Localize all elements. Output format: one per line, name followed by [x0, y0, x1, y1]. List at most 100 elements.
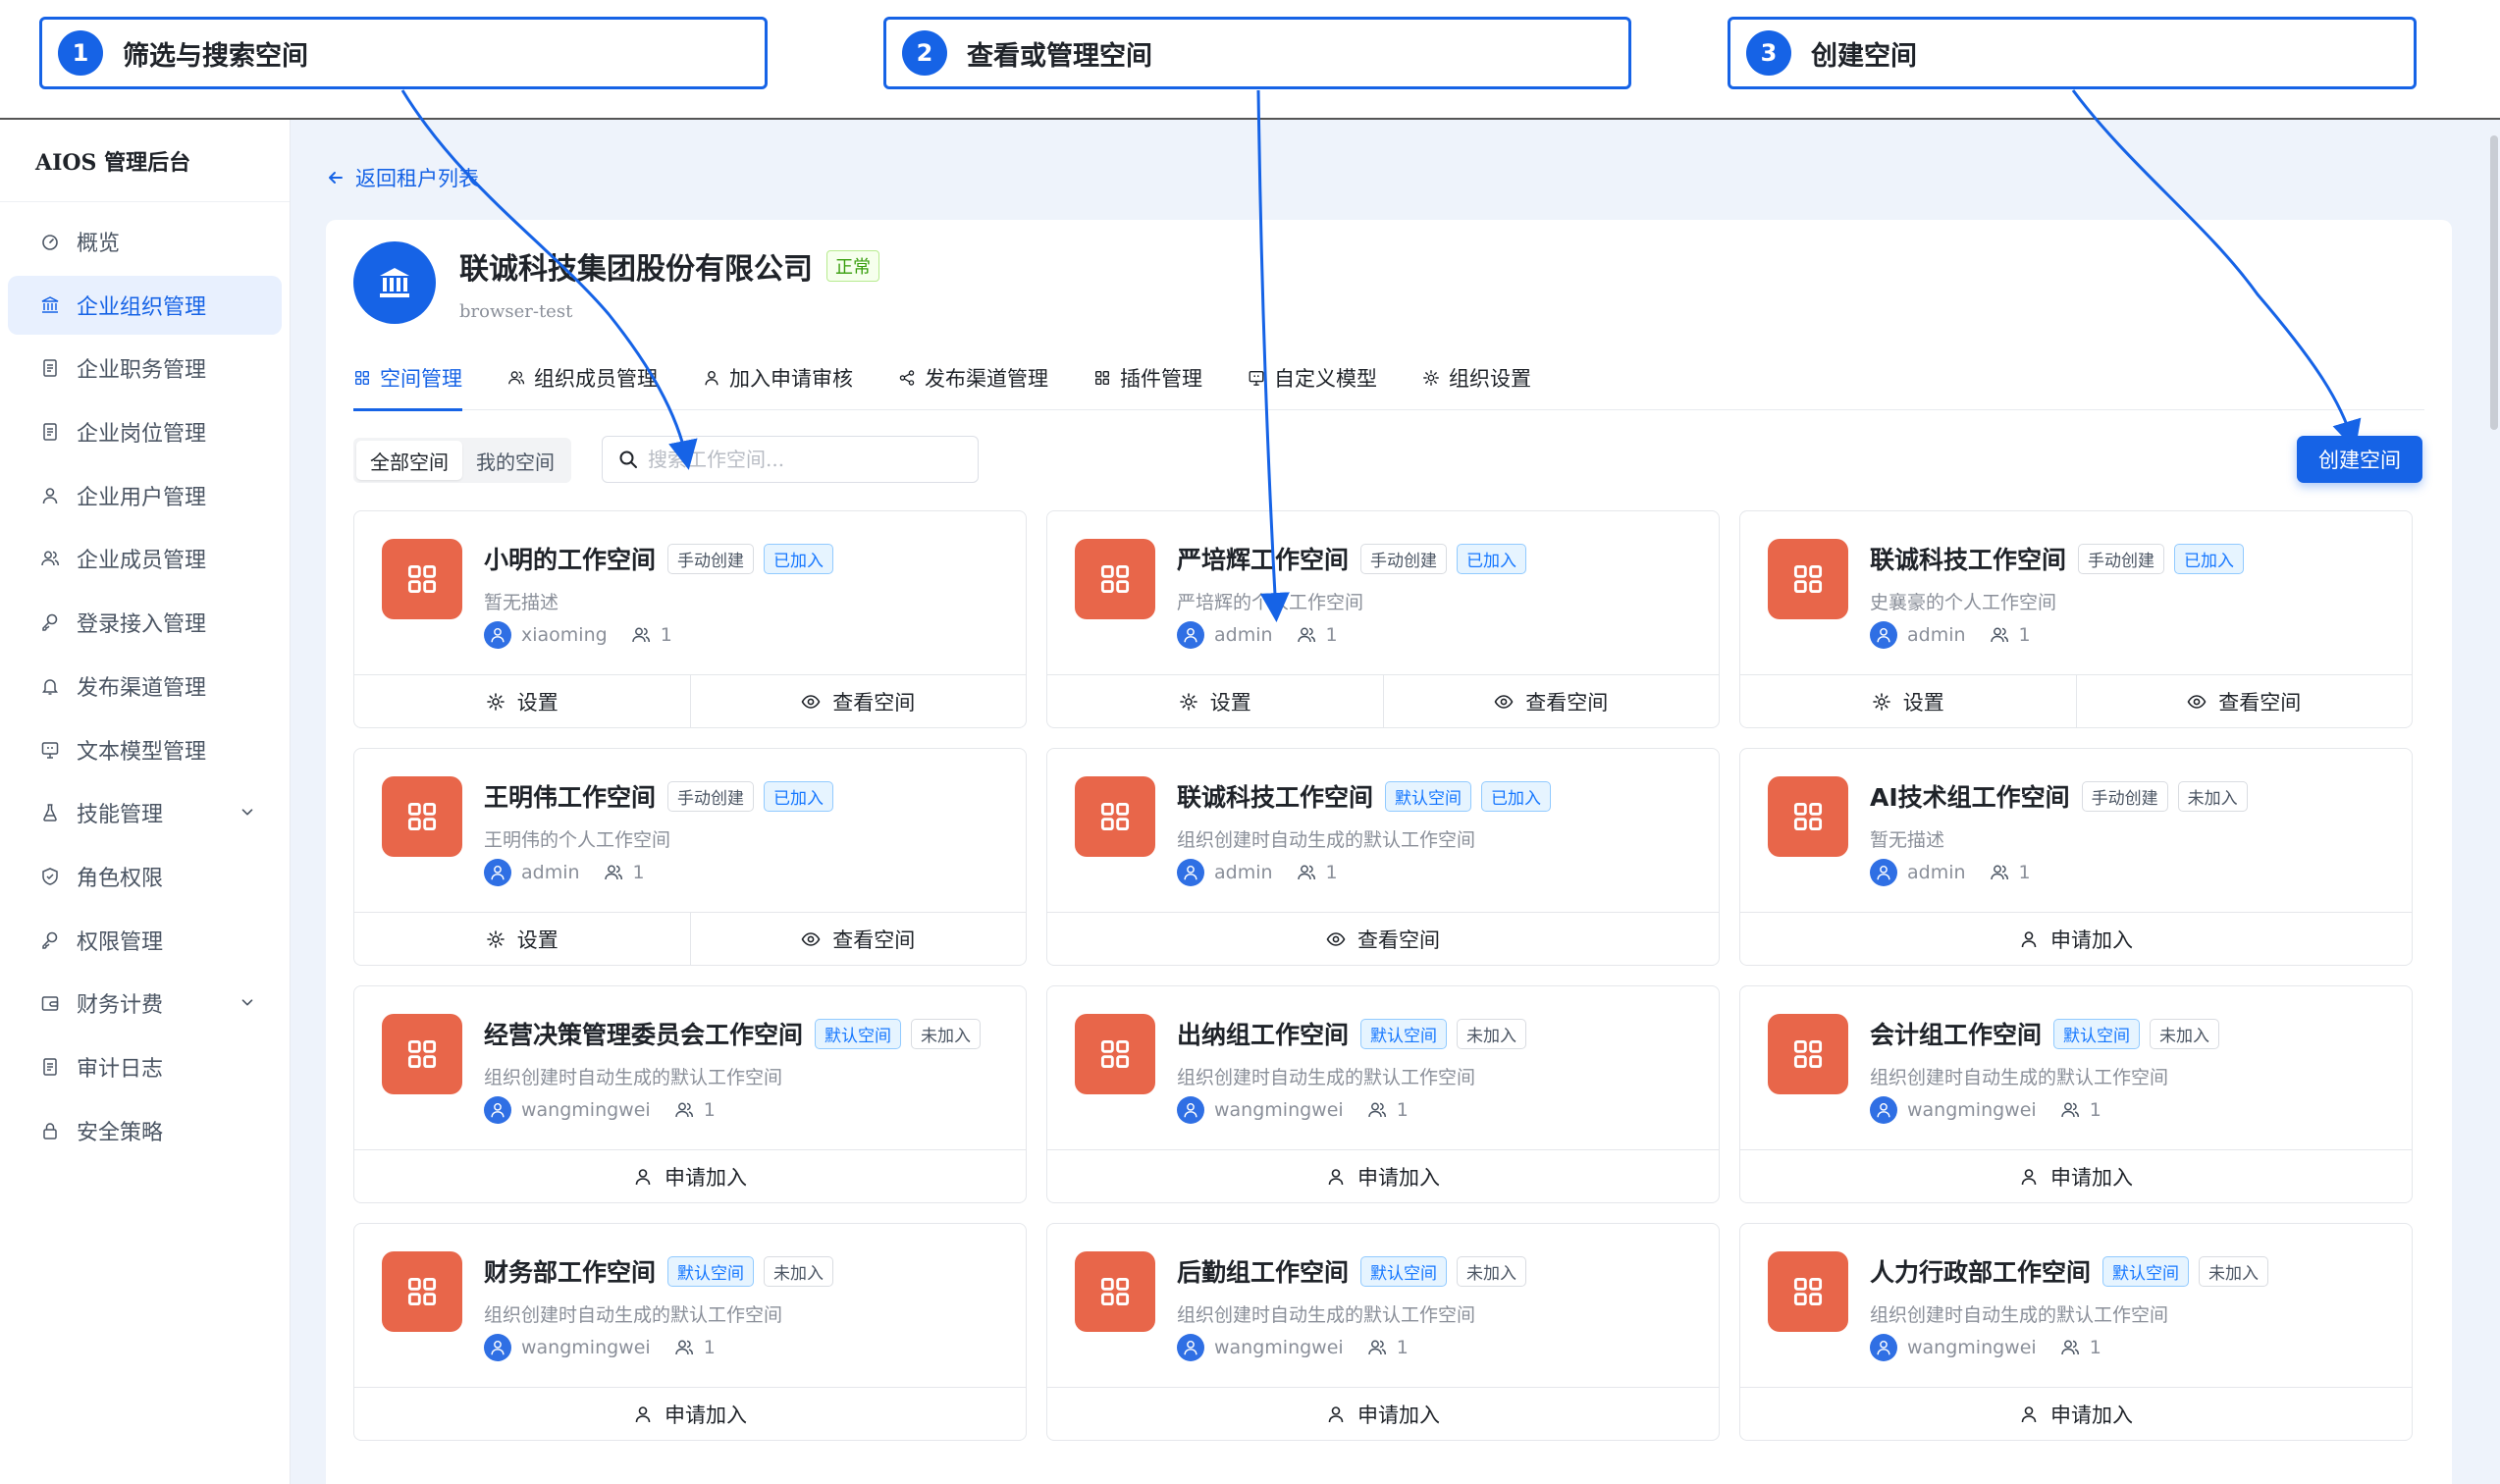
avatar	[1870, 1334, 1897, 1361]
tab-item[interactable]: 插件管理	[1093, 345, 1202, 410]
view-space-label: 查看空间	[1525, 690, 1609, 715]
workspace-type-tag: 手动创建	[667, 780, 755, 812]
join-status-tag: 已加入	[764, 543, 834, 574]
member-count: 1	[1396, 1099, 1409, 1121]
workspace-description: 组织创建时自动生成的默认工作空间	[1177, 829, 1476, 851]
status-badge: 正常	[826, 249, 879, 282]
user-icon	[42, 487, 58, 504]
tab-item[interactable]: 自定义模型	[1248, 345, 1377, 410]
card-body: 小明的工作空间 手动创建 已加入 暂无描述 xiaoming 1	[354, 511, 1026, 676]
callout-view-manage: 2 查看或管理空间	[883, 17, 1631, 89]
apply-join-button[interactable]: 申请加入	[1740, 1388, 2412, 1440]
view-space-button[interactable]: 查看空间	[2075, 675, 2413, 727]
sidebar-item-label: 概览	[77, 232, 121, 256]
apply-join-button[interactable]: 申请加入	[1047, 1388, 1719, 1440]
workspace-name: 严培辉工作空间	[1177, 546, 1350, 574]
apply-join-button[interactable]: 申请加入	[354, 1150, 1026, 1202]
sidebar-item[interactable]: 审计日志	[8, 1037, 282, 1096]
workspace-type-tag: 默认空间	[815, 1018, 902, 1049]
filter-all-spaces[interactable]: 全部空间	[356, 441, 462, 480]
workspace-name: 会计组工作空间	[1870, 1021, 2043, 1049]
create-space-button[interactable]: 创建空间	[2297, 436, 2422, 483]
scrollbar[interactable]	[2490, 135, 2498, 430]
filter-my-spaces[interactable]: 我的空间	[462, 441, 568, 480]
card-body: 会计组工作空间 默认空间 未加入 组织创建时自动生成的默认工作空间 wangmingwe…	[1740, 986, 2412, 1151]
sidebar-item[interactable]: 登录接入管理	[8, 593, 282, 652]
apply-join-button[interactable]: 申请加入	[1740, 913, 2412, 965]
apply-join-button[interactable]: 申请加入	[1047, 1150, 1719, 1202]
settings-button[interactable]: 设置	[1740, 675, 2076, 727]
space-filter: 全部空间 我的空间	[353, 438, 571, 483]
tab-item[interactable]: 组织成员管理	[507, 345, 658, 410]
sidebar-item[interactable]: 发布渠道管理	[8, 657, 282, 716]
card-actions: 申请加入	[1740, 912, 2412, 965]
user-icon	[2021, 930, 2037, 947]
member-count: 1	[660, 624, 672, 646]
sidebar-item[interactable]: 财务计费	[8, 974, 282, 1033]
tab-item[interactable]: 组织设置	[1422, 345, 1531, 410]
view-space-label: 查看空间	[832, 690, 916, 715]
tab-item[interactable]: 空间管理	[353, 345, 462, 411]
workspace-card: 经营决策管理委员会工作空间 默认空间 未加入 组织创建时自动生成的默认工作空间 wang…	[353, 985, 1027, 1203]
view-space-button[interactable]: 查看空间	[689, 913, 1027, 965]
settings-button[interactable]: 设置	[1047, 675, 1383, 727]
eye-icon	[801, 694, 821, 709]
tab-item[interactable]: 发布渠道管理	[898, 345, 1048, 410]
card-actions: 申请加入	[1047, 1149, 1719, 1202]
sidebar-item[interactable]: 概览	[8, 212, 282, 271]
workspace-card: 后勤组工作空间 默认空间 未加入 组织创建时自动生成的默认工作空间 wangmingwe…	[1046, 1223, 1720, 1441]
sidebar-item[interactable]: 安全策略	[8, 1101, 282, 1160]
lock-icon	[43, 1122, 57, 1140]
sidebar-item[interactable]: 企业成员管理	[8, 529, 282, 588]
workspace-card: 会计组工作空间 默认空间 未加入 组织创建时自动生成的默认工作空间 wangmingwe…	[1739, 985, 2413, 1203]
join-status-tag: 未加入	[2199, 1255, 2269, 1287]
key-icon	[39, 929, 61, 951]
sidebar-item[interactable]: 企业岗位管理	[8, 402, 282, 461]
card-actions: 设置 查看空间	[1740, 674, 2412, 727]
avatar	[484, 1096, 511, 1124]
card-body: 人力行政部工作空间 默认空间 未加入 组织创建时自动生成的默认工作空间 wangming…	[1740, 1224, 2412, 1389]
users-icon	[1990, 627, 2008, 643]
settings-button[interactable]: 设置	[354, 913, 690, 965]
view-space-button[interactable]: 查看空间	[689, 675, 1027, 727]
card-actions: 申请加入	[1047, 1387, 1719, 1440]
tab-item[interactable]: 加入申请审核	[703, 345, 853, 410]
workspace-icon	[382, 1251, 462, 1332]
view-space-button[interactable]: 查看空间	[1047, 913, 1719, 965]
workspace-description: 组织创建时自动生成的默认工作空间	[484, 1304, 783, 1326]
org-header: 联诚科技集团股份有限公司 正常 browser-test	[353, 241, 879, 324]
apply-join-label: 申请加入	[665, 1403, 747, 1427]
app-window: AIOS 管理后台 概览 企业组织管理 企业职务管理 企业岗位管理 企业用户管理 企业成员…	[0, 118, 2500, 1484]
sidebar-item[interactable]: 企业用户管理	[8, 466, 282, 525]
member-count: 1	[2018, 624, 2031, 646]
settings-button[interactable]: 设置	[354, 675, 690, 727]
view-space-button[interactable]: 查看空间	[1382, 675, 1720, 727]
workspace-card: 严培辉工作空间 手动创建 已加入 严培辉的个人工作空间 admin 1 设置 查看空间	[1046, 510, 1720, 728]
apply-join-button[interactable]: 申请加入	[1740, 1150, 2412, 1202]
sidebar-item[interactable]: 企业组织管理	[8, 275, 282, 335]
sidebar-item[interactable]: 角色权限	[8, 847, 282, 906]
join-status-tag: 已加入	[764, 780, 834, 812]
sidebar-item-label: 文本模型管理	[77, 739, 207, 765]
wallet-icon	[41, 996, 59, 1011]
workspace-name: AI技术组工作空间	[1870, 783, 2070, 812]
avatar	[484, 859, 511, 886]
sidebar-item[interactable]: 技能管理	[8, 783, 282, 842]
join-status-tag: 未加入	[1457, 1018, 1527, 1049]
search-input[interactable]	[648, 448, 962, 471]
key-icon	[39, 611, 61, 633]
users-icon	[41, 551, 60, 566]
workspace-icon	[1768, 1251, 1848, 1332]
workspace-type-tag: 默认空间	[1360, 1018, 1448, 1049]
tab-label: 插件管理	[1120, 366, 1202, 391]
workspace-type-tag: 默认空间	[667, 1255, 755, 1287]
sidebar-item[interactable]: 文本模型管理	[8, 720, 282, 779]
member-count: 1	[1325, 862, 1338, 883]
back-link[interactable]: 返回租户列表	[326, 163, 479, 192]
apply-join-button[interactable]: 申请加入	[354, 1388, 1026, 1440]
callout-text: 创建空间	[1811, 40, 1917, 72]
callout-number: 1	[58, 30, 103, 76]
workspace-description: 组织创建时自动生成的默认工作空间	[1870, 1304, 2169, 1326]
sidebar-item[interactable]: 企业职务管理	[8, 339, 282, 398]
sidebar-item[interactable]: 权限管理	[8, 911, 282, 970]
